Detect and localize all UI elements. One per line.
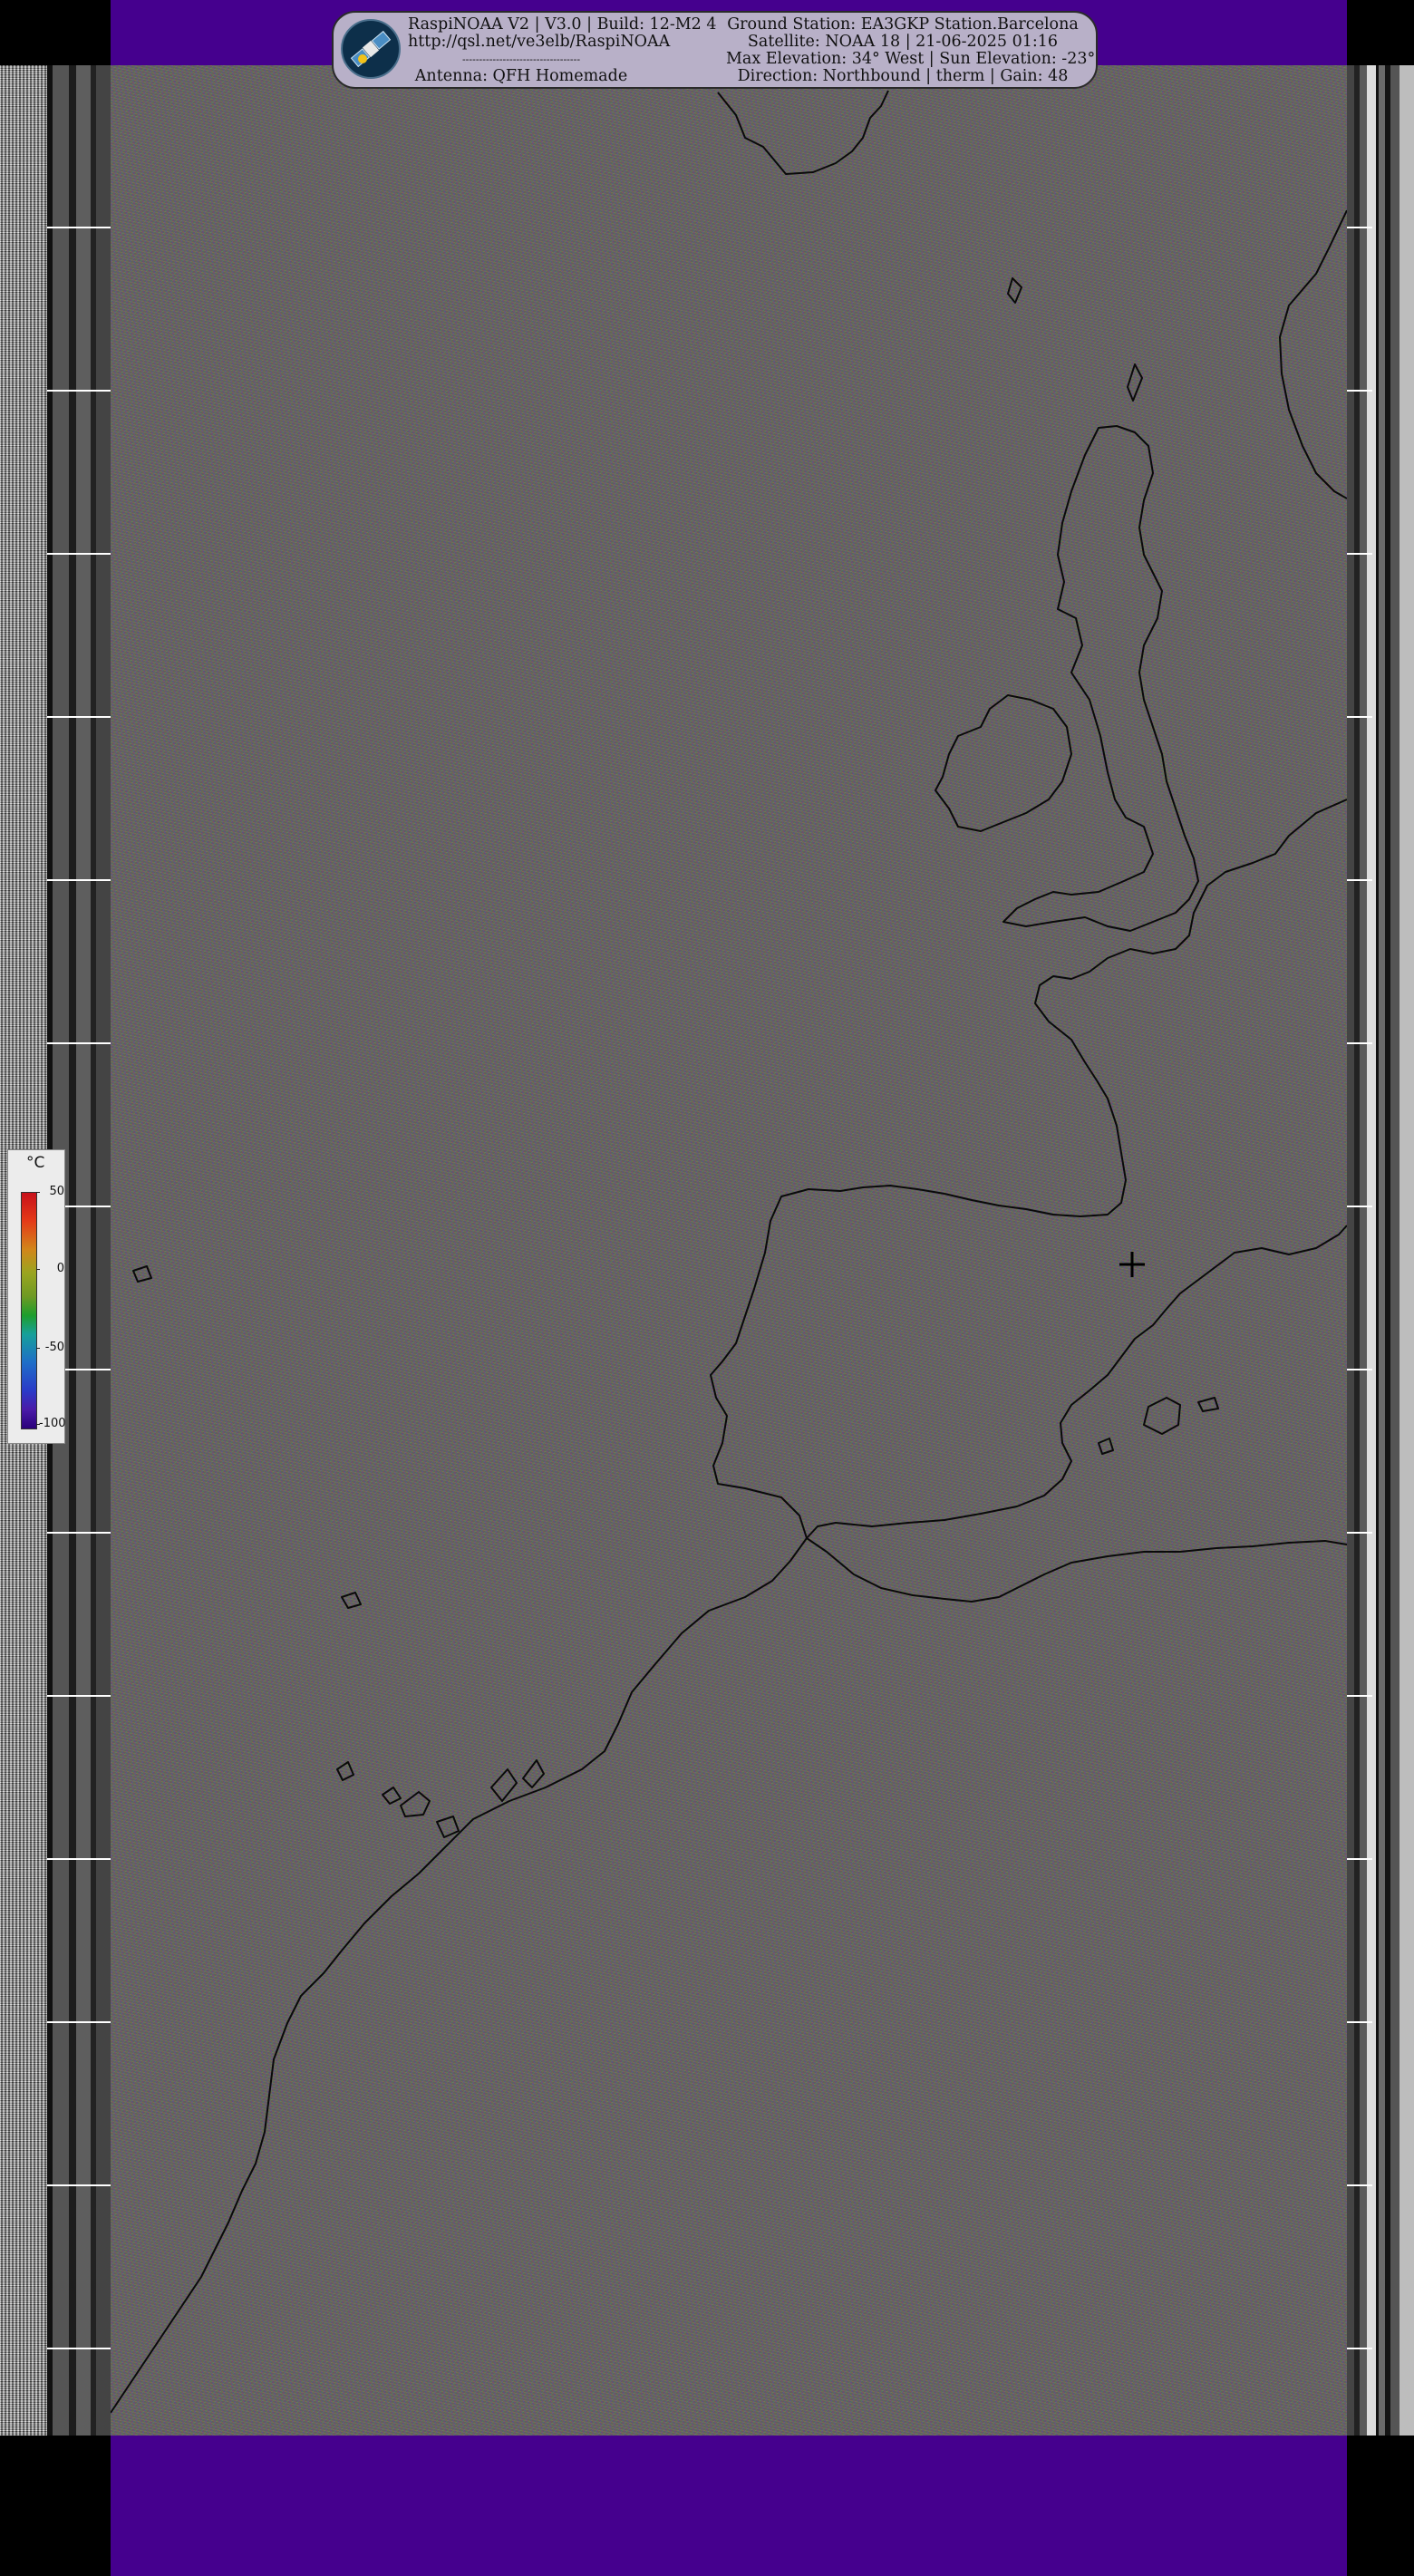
header-separator: ----------------------------------- — [461, 53, 581, 65]
coast-madeira — [341, 1592, 362, 1609]
coastline-overlay — [111, 90, 1347, 2414]
legend-tick-0: 0 — [56, 1262, 64, 1275]
coast-north-africa — [806, 1537, 1347, 1603]
right-telemetry-bars — [1347, 65, 1372, 2436]
coast-canary-6 — [522, 1759, 545, 1788]
coast-ireland — [935, 694, 1072, 832]
coast-azores — [132, 1265, 152, 1283]
coast-menorca — [1197, 1397, 1219, 1412]
satellite-icon — [341, 19, 401, 79]
coast-west-africa — [111, 1537, 808, 2414]
legend-tick-minus-50: -50 — [44, 1341, 64, 1354]
bottom-right-band — [1347, 2436, 1414, 2576]
satellite-thermal-image — [111, 65, 1347, 2436]
crosshair-icon — [1119, 1252, 1145, 1277]
top-left-band — [0, 0, 111, 65]
legend-tick-minus-100: -100 — [39, 1417, 66, 1430]
temperature-legend: °C 50 0 -50 -100 — [7, 1149, 66, 1444]
legend-color-scale — [21, 1192, 37, 1429]
header-satellite: Satellite: NOAA 18 | 21-06-2025 01:16 — [747, 33, 1059, 51]
top-right-band — [1347, 0, 1414, 65]
header-antenna: Antenna: QFH Homemade — [414, 67, 628, 85]
coast-france — [944, 799, 1347, 1217]
coast-mallorca — [1143, 1397, 1181, 1435]
coast-ibiza — [1098, 1438, 1114, 1455]
legend-tick-50: 50 — [49, 1185, 64, 1198]
bottom-left-band — [0, 2436, 111, 2576]
coast-britain — [1002, 425, 1199, 932]
coast-canary-2 — [382, 1787, 402, 1805]
coast-faroe — [1007, 277, 1022, 304]
header-website: http://qsl.net/ve3elb/RaspiNOAA — [408, 33, 671, 51]
legend-unit: °C — [26, 1154, 45, 1172]
coast-canary-4 — [436, 1816, 460, 1838]
bottom-purple-band — [111, 2436, 1347, 2576]
coast-iceland — [717, 90, 889, 175]
header-software-version: RaspiNOAA V2 | V3.0 | Build: 12-M2 4 — [408, 15, 717, 34]
coast-canary-3 — [400, 1791, 431, 1817]
coast-shetland — [1127, 363, 1143, 402]
pass-info-header: RaspiNOAA V2 | V3.0 | Build: 12-M2 4 htt… — [332, 11, 1098, 89]
coast-canary-5 — [490, 1768, 518, 1802]
header-direction: Direction: Northbound | therm | Gain: 48 — [737, 67, 1069, 85]
coast-canary-1 — [336, 1761, 354, 1781]
right-telemetry-noise — [1372, 65, 1414, 2436]
header-elevation: Max Elevation: 34° West | Sun Elevation:… — [726, 50, 1096, 68]
coast-iberia — [710, 1185, 1347, 1539]
coast-norway — [1279, 209, 1347, 499]
header-ground-station: Ground Station: EA3GKP Station.Barcelona — [727, 15, 1079, 34]
